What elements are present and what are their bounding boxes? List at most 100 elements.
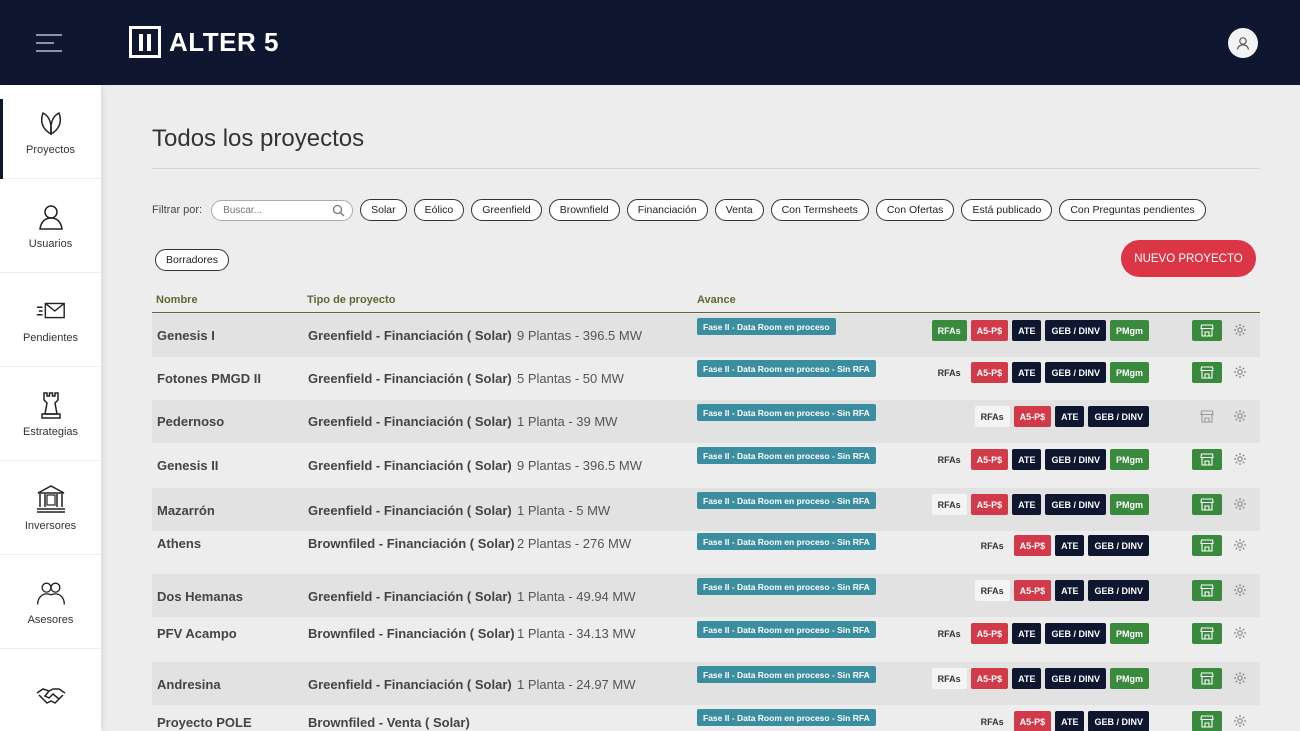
pmgm-badge[interactable]: PMgm [1110,449,1149,470]
ate-badge[interactable]: ATE [1012,623,1042,644]
table-row[interactable]: Proyecto POLE Brownfiled - Venta ( Solar)… [152,705,1260,731]
gear-icon[interactable] [1233,452,1247,466]
marketplace-button[interactable] [1192,668,1222,689]
a5-badge[interactable]: A5-P$ [1013,406,1052,427]
gear-icon[interactable] [1233,714,1247,728]
rfa-badge[interactable]: RFAs [974,406,1010,427]
gear-icon[interactable] [1233,365,1247,379]
filter-chip-financiacion[interactable]: Financiación [626,199,708,221]
project-name[interactable]: Genesis II [157,458,218,473]
user-avatar[interactable] [1228,28,1258,58]
geb-dinv-badge[interactable]: GEB / DINV [1088,711,1149,731]
project-name[interactable]: Pedernoso [157,414,224,429]
ate-badge[interactable]: ATE [1012,449,1042,470]
table-row[interactable]: Andresina Greenfield - Financiación ( Sol… [152,662,1260,705]
filter-chip-solar[interactable]: Solar [360,199,407,221]
marketplace-button[interactable] [1192,320,1222,341]
project-name[interactable]: Mazarrón [157,503,215,518]
filter-chip-greenfield[interactable]: Greenfield [471,199,542,221]
gear-icon[interactable] [1233,583,1247,597]
gear-icon[interactable] [1233,497,1247,511]
geb-dinv-badge[interactable]: GEB / DINV [1088,535,1149,556]
rfa-badge[interactable]: RFAs [931,668,967,689]
geb-dinv-badge[interactable]: GEB / DINV [1045,449,1106,470]
column-header-name[interactable]: Nombre [156,294,198,306]
geb-dinv-badge[interactable]: GEB / DINV [1088,406,1149,427]
pmgm-badge[interactable]: PMgm [1110,668,1149,689]
marketplace-button[interactable] [1192,449,1222,470]
project-name[interactable]: Genesis I [157,328,215,343]
filter-chip-preguntas[interactable]: Con Preguntas pendientes [1059,199,1206,221]
search-box[interactable] [211,199,354,221]
menu-icon[interactable] [36,34,62,52]
sidebar-item-inversores[interactable]: Inversores [0,461,101,555]
geb-dinv-badge[interactable]: GEB / DINV [1045,623,1106,644]
sidebar-item-asesores[interactable]: Asesores [0,555,101,649]
a5-badge[interactable]: A5-P$ [1013,580,1052,601]
sidebar-item-proyectos[interactable]: Proyectos [0,85,101,179]
a5-badge[interactable]: A5-P$ [970,362,1009,383]
rfa-badge[interactable]: RFAs [931,494,967,515]
search-input[interactable] [223,204,324,216]
search-icon[interactable] [332,204,345,217]
a5-badge[interactable]: A5-P$ [1013,711,1052,731]
gear-icon[interactable] [1233,538,1247,552]
filter-chip-venta[interactable]: Venta [714,199,764,221]
project-name[interactable]: PFV Acampo [157,626,237,641]
marketplace-button[interactable] [1192,580,1222,601]
new-project-button[interactable]: NUEVO PROYECTO [1121,240,1256,277]
ate-badge[interactable]: ATE [1055,535,1085,556]
pmgm-badge[interactable]: PMgm [1110,494,1149,515]
marketplace-button[interactable] [1192,406,1222,427]
gear-icon[interactable] [1233,626,1247,640]
table-row[interactable]: Genesis II Greenfield - Financiación ( So… [152,443,1260,486]
sidebar-item-pendientes[interactable]: Pendientes [0,273,101,367]
ate-badge[interactable]: ATE [1012,494,1042,515]
rfa-badge[interactable]: RFAs [932,623,967,644]
filter-chip-termsheets[interactable]: Con Termsheets [770,199,869,221]
marketplace-button[interactable] [1192,362,1222,383]
pmgm-badge[interactable]: PMgm [1110,320,1149,341]
gear-icon[interactable] [1233,409,1247,423]
ate-badge[interactable]: ATE [1055,711,1085,731]
column-header-type[interactable]: Tipo de proyecto [307,294,395,306]
geb-dinv-badge[interactable]: GEB / DINV [1088,580,1149,601]
table-row[interactable]: Dos Hemanas Greenfield - Financiación ( S… [152,574,1260,617]
filter-chip-brownfield[interactable]: Brownfield [548,199,620,221]
gear-icon[interactable] [1233,671,1247,685]
rfa-badge[interactable]: RFAs [974,580,1010,601]
geb-dinv-badge[interactable]: GEB / DINV [1045,494,1106,515]
table-row[interactable]: Fotones PMGD II Greenfield - Financiación… [152,356,1260,399]
filter-chip-borradores[interactable]: Borradores [155,249,229,271]
project-name[interactable]: Fotones PMGD II [157,371,261,386]
marketplace-button[interactable] [1192,494,1222,515]
ate-badge[interactable]: ATE [1055,580,1085,601]
pmgm-badge[interactable]: PMgm [1110,623,1149,644]
marketplace-button[interactable] [1192,711,1222,731]
table-row[interactable]: Mazarrón Greenfield - Financiación ( Sola… [152,488,1260,531]
a5-badge[interactable]: A5-P$ [970,449,1009,470]
a5-badge[interactable]: A5-P$ [970,668,1009,689]
project-name[interactable]: Athens [157,536,201,551]
a5-badge[interactable]: A5-P$ [970,494,1009,515]
table-row[interactable]: Pedernoso Greenfield - Financiación ( Sol… [152,400,1260,443]
table-row[interactable]: PFV Acampo Brownfiled - Financiación ( So… [152,617,1260,660]
marketplace-button[interactable] [1192,623,1222,644]
brand-logo[interactable]: ALTER 5 [129,26,279,58]
project-name[interactable]: Proyecto POLE [157,715,252,730]
table-row[interactable]: Genesis I Greenfield - Financiación ( Sol… [152,314,1260,357]
sidebar-item-handshake[interactable] [0,649,101,731]
geb-dinv-badge[interactable]: GEB / DINV [1045,668,1106,689]
sidebar-item-estrategias[interactable]: Estrategias [0,367,101,461]
geb-dinv-badge[interactable]: GEB / DINV [1045,362,1106,383]
rfa-badge[interactable]: RFAs [975,535,1010,556]
a5-badge[interactable]: A5-P$ [970,623,1009,644]
ate-badge[interactable]: ATE [1012,320,1042,341]
project-name[interactable]: Dos Hemanas [157,589,243,604]
rfa-badge[interactable]: RFAs [931,320,967,341]
gear-icon[interactable] [1233,323,1247,337]
sidebar-item-usuarios[interactable]: Usuarios [0,179,101,273]
ate-badge[interactable]: ATE [1055,406,1085,427]
pmgm-badge[interactable]: PMgm [1110,362,1149,383]
filter-chip-ofertas[interactable]: Con Ofertas [875,199,955,221]
